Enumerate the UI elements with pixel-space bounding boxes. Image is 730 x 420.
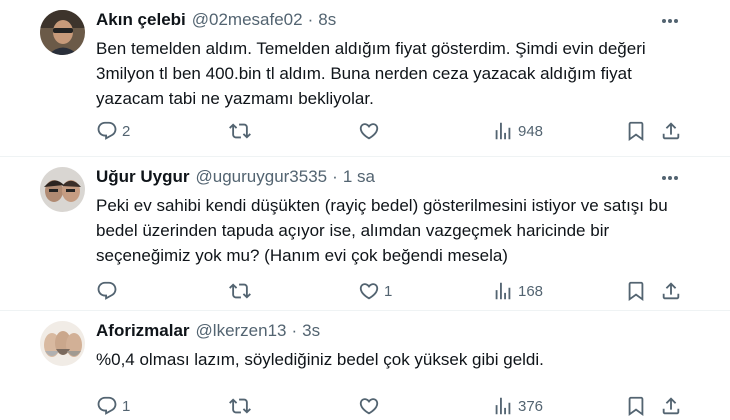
like-button[interactable]: 1: [358, 278, 392, 304]
tweet-header: Uğur Uygur @uguruygur3535 · 1 sa: [96, 166, 660, 188]
separator-dot: ·: [332, 167, 338, 186]
reply-icon: [96, 120, 118, 142]
retweet-button[interactable]: [229, 393, 251, 419]
author-handle[interactable]: @lkerzen13: [196, 321, 287, 341]
views-icon: [492, 280, 514, 302]
retweet-button[interactable]: [229, 118, 251, 144]
avatar[interactable]: [40, 321, 85, 366]
share-icon: [660, 280, 682, 302]
views-icon: [492, 395, 514, 417]
like-button[interactable]: [358, 118, 384, 144]
bookmark-icon: [625, 395, 647, 417]
views-button[interactable]: 376: [492, 393, 543, 419]
reply-icon: [96, 395, 118, 417]
tweet[interactable]: Uğur Uygur @uguruygur3535 · 1 sa Peki ev…: [0, 157, 730, 311]
author-name[interactable]: Aforizmalar: [96, 321, 190, 341]
author-handle[interactable]: @uguruygur3535: [196, 167, 328, 187]
retweet-icon: [229, 395, 251, 417]
view-count: 376: [518, 397, 544, 415]
reply-icon: [96, 280, 118, 302]
reply-count: 1: [122, 397, 131, 415]
share-icon: [660, 395, 682, 417]
action-bar: 1 376: [0, 393, 730, 419]
reply-button[interactable]: 1: [96, 393, 130, 419]
like-icon: [358, 120, 380, 142]
tweet-text-line: Peki ev sahibi kendi düşükten (rayiç bed…: [96, 196, 668, 215]
separator-dot: ·: [291, 321, 298, 340]
share-button[interactable]: [660, 393, 682, 419]
more-icon[interactable]: [655, 168, 685, 188]
reply-button[interactable]: 2: [96, 118, 130, 144]
timestamp[interactable]: 8s: [318, 10, 336, 30]
tweet-text-line: 3milyon tl ben 400.bin tl aldım. Buna ne…: [96, 64, 632, 83]
retweet-icon: [229, 280, 251, 302]
tweet-text: Peki ev sahibi kendi düşükten (rayiç bed…: [96, 193, 696, 268]
timestamp[interactable]: 3s: [302, 321, 320, 341]
avatar[interactable]: [40, 10, 85, 55]
tweet-text: %0,4 olması lazım, söylediğiniz bedel ço…: [96, 347, 696, 372]
avatar[interactable]: [40, 167, 85, 212]
tweet-text-line: bedel üzerinden tapuda açıyor ise, alımd…: [96, 221, 610, 240]
like-icon: [358, 395, 380, 417]
tweet-text-line: yazacam tabi ne yazmamı bekliyolar.: [96, 89, 374, 108]
bookmark-button[interactable]: [625, 278, 647, 304]
views-button[interactable]: 168: [492, 278, 543, 304]
views-button[interactable]: 948: [492, 118, 543, 144]
action-bar: 1 168: [0, 278, 730, 304]
bookmark-button[interactable]: [625, 118, 647, 144]
bookmark-icon: [625, 280, 647, 302]
author-handle[interactable]: @02mesafe02: [192, 10, 303, 30]
like-button[interactable]: [358, 393, 384, 419]
tweet[interactable]: Akın çelebi @02mesafe02 · 8s Ben temelde…: [0, 0, 730, 157]
tweet-header: Akın çelebi @02mesafe02 · 8s: [96, 9, 660, 31]
tweet-text: Ben temelden aldım. Temelden aldığım fiy…: [96, 36, 696, 111]
timestamp[interactable]: 1 sa: [343, 167, 375, 187]
more-icon[interactable]: [655, 11, 685, 31]
bookmark-icon: [625, 120, 647, 142]
view-count: 948: [518, 122, 544, 140]
tweet-text-line: Ben temelden aldım. Temelden aldığım fiy…: [96, 39, 646, 58]
like-count: 1: [384, 282, 393, 300]
share-button[interactable]: [660, 278, 682, 304]
tweet-text-line: %0,4 olması lazım, söylediğiniz bedel ço…: [96, 350, 544, 369]
views-icon: [492, 120, 514, 142]
bookmark-button[interactable]: [625, 393, 647, 419]
share-icon: [660, 120, 682, 142]
like-icon: [358, 280, 380, 302]
retweet-button[interactable]: [229, 278, 251, 304]
retweet-icon: [229, 120, 251, 142]
separator-dot: ·: [307, 10, 314, 29]
share-button[interactable]: [660, 118, 682, 144]
author-name[interactable]: Uğur Uygur: [96, 167, 190, 187]
tweet[interactable]: Aforizmalar @lkerzen13 · 3s %0,4 olması …: [0, 311, 730, 420]
action-bar: 2 948: [0, 118, 730, 144]
reply-button[interactable]: [96, 278, 122, 304]
reply-count: 2: [122, 122, 131, 140]
view-count: 168: [518, 282, 544, 300]
tweet-header: Aforizmalar @lkerzen13 · 3s: [96, 320, 660, 342]
author-name[interactable]: Akın çelebi: [96, 10, 186, 30]
tweet-text-line: seçeneğimiz yok mu? (Hanım evi çok beğen…: [96, 246, 508, 265]
